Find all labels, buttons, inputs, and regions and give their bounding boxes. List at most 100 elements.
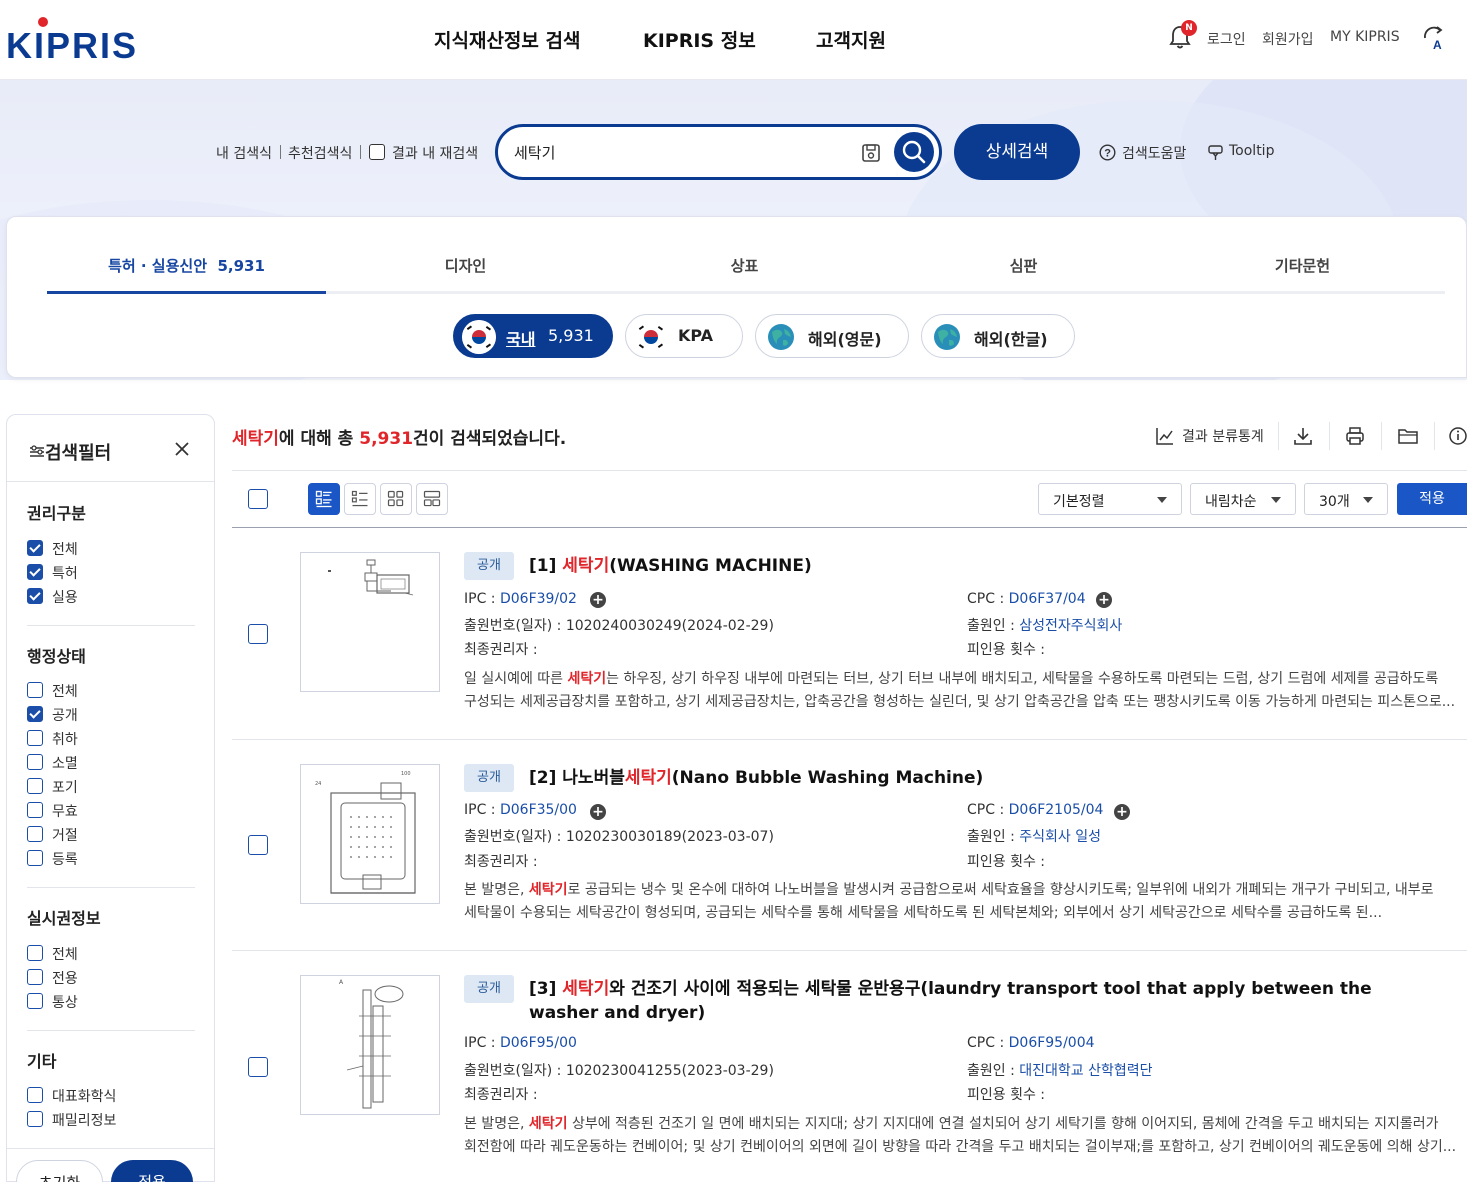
pill-overseas-en[interactable]: 해외(영문)	[755, 314, 909, 358]
pill-overseas-ko[interactable]: 해외(한글)	[921, 314, 1075, 358]
result-abstract: 일 실시예에 따른 세탁기는 하우징, 상기 하우징 내부에 마련되는 터브, …	[464, 671, 1456, 710]
print-icon[interactable]	[1345, 426, 1365, 446]
filter-reset-button[interactable]: 초기화	[16, 1160, 103, 1182]
list-icon	[351, 490, 368, 507]
table-icon	[423, 490, 441, 507]
checkbox[interactable]	[27, 706, 43, 722]
info-icon[interactable]	[1448, 426, 1467, 446]
nav-ip-search[interactable]: 지식재산정보 검색	[434, 26, 580, 53]
ipc-link[interactable]: D06F39/02	[500, 591, 577, 607]
search-icon	[902, 140, 926, 164]
plus-icon[interactable]: +	[1096, 592, 1112, 608]
checkbox[interactable]	[27, 802, 43, 818]
result-title-link[interactable]: [3] 세탁기와 건조기 사이에 적용되는 세탁물 운반용구(laundry t…	[529, 977, 1409, 1025]
applicant-link[interactable]: 삼성전자주식회사	[1019, 618, 1122, 634]
result-title-link[interactable]: [1] 세탁기(WASHING MACHINE)	[529, 554, 1409, 578]
advanced-search-button[interactable]: 상세검색	[954, 124, 1080, 180]
tab-design[interactable]: 디자인	[326, 255, 605, 276]
tab-trademark[interactable]: 상표	[605, 255, 884, 276]
checkbox[interactable]	[27, 850, 43, 866]
tab-trial[interactable]: 심판	[884, 255, 1163, 276]
cpc-link[interactable]: D06F2105/04	[1009, 802, 1104, 818]
save-query-icon[interactable]	[860, 142, 882, 164]
result-summary: 세탁기에 대해 총 5,931건이 검색되었습니다.	[232, 429, 567, 449]
view-grid-button[interactable]	[380, 483, 412, 515]
checkbox[interactable]	[27, 778, 43, 794]
per-page-select[interactable]: 30개	[1304, 483, 1388, 515]
tab-other-docs[interactable]: 기타문헌	[1163, 255, 1442, 276]
cpc-field: CPC : D06F95/004	[967, 1035, 1095, 1051]
patent-thumbnail[interactable]: A	[300, 975, 440, 1115]
research-checkbox[interactable]	[369, 144, 385, 160]
search-button[interactable]	[894, 132, 934, 172]
nav-customer-support[interactable]: 고객지원	[816, 26, 886, 53]
ipc-field: IPC : D06F95/00	[464, 1035, 577, 1051]
checkbox[interactable]	[27, 540, 43, 556]
applicant-field: 출원인 : 주식회사 일성	[967, 829, 1101, 845]
pill-domestic[interactable]: 국내 5,931	[453, 314, 613, 358]
view-table-button[interactable]	[416, 483, 448, 515]
research-label: 결과 내 재검색	[392, 146, 479, 162]
checkbox[interactable]	[27, 945, 43, 961]
checkbox[interactable]	[27, 1087, 43, 1103]
sort-select[interactable]: 기본정렬	[1038, 483, 1182, 515]
checkbox[interactable]	[27, 564, 43, 580]
svg-text:100: 100	[401, 771, 411, 777]
plus-icon[interactable]: +	[590, 804, 606, 820]
search-input[interactable]	[514, 141, 844, 163]
patent-thumbnail[interactable]: 24 100	[300, 764, 440, 904]
patent-thumbnail[interactable]	[300, 552, 440, 692]
my-query-link[interactable]: 내 검색식	[216, 143, 272, 163]
view-simple-list-button[interactable]	[344, 483, 376, 515]
final-holder: 최종권리자 :	[464, 1087, 538, 1103]
ipc-link[interactable]: D06F95/00	[500, 1035, 577, 1051]
plus-icon[interactable]: +	[590, 592, 606, 608]
checkbox[interactable]	[27, 588, 43, 604]
apply-sort-button[interactable]: 적용	[1397, 483, 1467, 515]
active-tab-indicator	[47, 291, 326, 294]
grid-icon	[387, 490, 404, 507]
checkbox[interactable]	[27, 993, 43, 1009]
language-icon[interactable]: A	[1420, 24, 1450, 52]
help-icon: ?	[1099, 144, 1116, 161]
result-checkbox[interactable]	[248, 624, 268, 644]
status-badge: 공개	[464, 975, 514, 1003]
order-select[interactable]: 내림차순	[1190, 483, 1296, 515]
close-icon[interactable]	[173, 440, 191, 458]
checkbox[interactable]	[27, 969, 43, 985]
select-all-checkbox[interactable]	[248, 489, 268, 509]
view-detail-list-button[interactable]	[308, 483, 340, 515]
signup-link[interactable]: 회원가입	[1262, 29, 1314, 49]
nav-kipris-info[interactable]: KIPRIS 정보	[643, 26, 756, 53]
result-checkbox[interactable]	[248, 1057, 268, 1077]
cpc-link[interactable]: D06F37/04	[1009, 591, 1086, 607]
svg-text:?: ?	[1104, 148, 1111, 160]
checkbox[interactable]	[27, 754, 43, 770]
plus-icon[interactable]: +	[1114, 804, 1130, 820]
search-filter-panel: 검색필터 권리구분 전체 특허 실용 행정상태 전체 공개 취하 소멸 포기 무…	[6, 414, 215, 1182]
pill-kpa[interactable]: KPA	[625, 314, 743, 358]
tooltip-link[interactable]: Tooltip	[1229, 143, 1274, 159]
checkbox[interactable]	[27, 730, 43, 746]
tab-patent[interactable]: 특허 · 실용신안 5,931	[47, 255, 326, 276]
result-title-link[interactable]: [2] 나노버블세탁기(Nano Bubble Washing Machine)	[529, 766, 1409, 790]
kipris-logo[interactable]: KIPRIS	[6, 16, 166, 64]
tooltip-icon	[1208, 145, 1223, 160]
result-checkbox[interactable]	[248, 835, 268, 855]
ipc-link[interactable]: D06F35/00	[500, 802, 577, 818]
checkbox[interactable]	[27, 826, 43, 842]
folder-icon[interactable]	[1397, 426, 1419, 446]
search-help-link[interactable]: 검색도움말	[1122, 143, 1186, 163]
applicant-link[interactable]: 주식회사 일성	[1019, 829, 1101, 845]
filter-apply-button[interactable]: 적용	[111, 1160, 193, 1182]
checkbox[interactable]	[27, 682, 43, 698]
checkbox[interactable]	[27, 1111, 43, 1127]
cpc-link[interactable]: D06F95/004	[1009, 1035, 1095, 1051]
login-link[interactable]: 로그인	[1207, 29, 1246, 49]
applicant-link[interactable]: 대진대학교 산학협력단	[1019, 1063, 1152, 1079]
recommended-query-link[interactable]: 추천검색식	[288, 143, 352, 163]
cited-count: 피인용 횟수 :	[967, 854, 1046, 870]
result-stats-link[interactable]: 결과 분류통계	[1182, 426, 1264, 446]
my-kipris-link[interactable]: MY KIPRIS	[1330, 29, 1400, 45]
download-icon[interactable]	[1293, 426, 1313, 446]
